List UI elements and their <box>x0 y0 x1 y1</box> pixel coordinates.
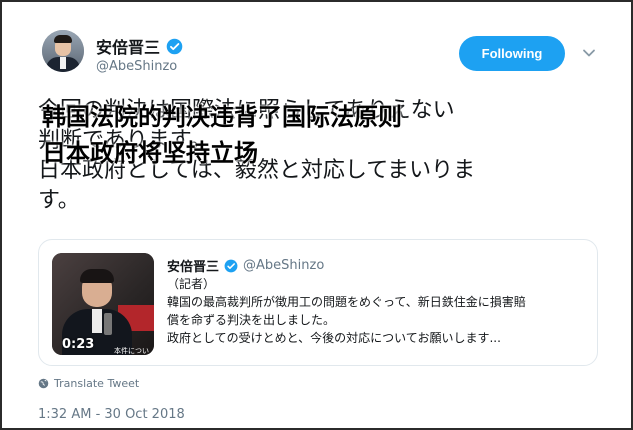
translate-tweet-link[interactable]: Translate Tweet <box>38 377 139 390</box>
quoted-body-line: 韓国の最高裁判所が徴用工の問題をめぐって、新日鉄住金に損害賠 <box>167 295 526 309</box>
translate-tweet-label[interactable]: Translate Tweet <box>54 377 139 390</box>
video-duration: 0:23 <box>62 337 95 352</box>
quoted-body-line: 償を命ずる判決を出しました。 <box>167 313 336 327</box>
tweet-card: 安倍晋三 @AbeShinzo Following 今回の判決は国際法に照らして… <box>0 0 633 430</box>
following-button[interactable]: Following <box>459 36 565 71</box>
quoted-handle: @AbeShinzo <box>243 258 325 273</box>
globe-icon <box>38 378 49 389</box>
overlay-line: 韩国法院的判决违背了国际法原则 <box>42 103 402 131</box>
video-thumbnail[interactable]: 0:23 本件についての <box>52 253 154 355</box>
quoted-body-line: （記者） <box>167 277 216 291</box>
chevron-down-icon[interactable] <box>582 46 596 60</box>
author-name-row[interactable]: 安倍晋三 <box>96 34 183 58</box>
translation-overlay: 韩国法院的判决违背了国际法原则 日本政府将坚持立场 <box>42 99 402 171</box>
quoted-display-name: 安倍晋三 <box>167 260 220 275</box>
avatar[interactable] <box>42 30 84 72</box>
verified-badge-icon <box>166 38 183 54</box>
quoted-header: 安倍晋三 @AbeShinzo <box>167 256 324 275</box>
tweet-text-line: す。 <box>38 188 80 213</box>
quoted-body: （記者） 韓国の最高裁判所が徴用工の問題をめぐって、新日鉄住金に損害賠 償を命ず… <box>167 275 587 347</box>
verified-badge-icon <box>224 259 238 272</box>
tweet-timestamp[interactable]: 1:32 AM - 30 Oct 2018 <box>38 407 185 422</box>
quoted-body-line: 政府としての受けとめと、今後の対応についてお願いします... <box>167 331 501 345</box>
author-handle[interactable]: @AbeShinzo <box>96 59 177 74</box>
quoted-tweet[interactable]: 0:23 本件についての 安倍晋三 @AbeShinzo （記者） 韓国の最高裁… <box>38 239 598 366</box>
overlay-line: 日本政府将坚持立场 <box>42 139 258 167</box>
author-display-name[interactable]: 安倍晋三 <box>96 34 160 58</box>
video-caption: 本件についての <box>114 347 149 355</box>
